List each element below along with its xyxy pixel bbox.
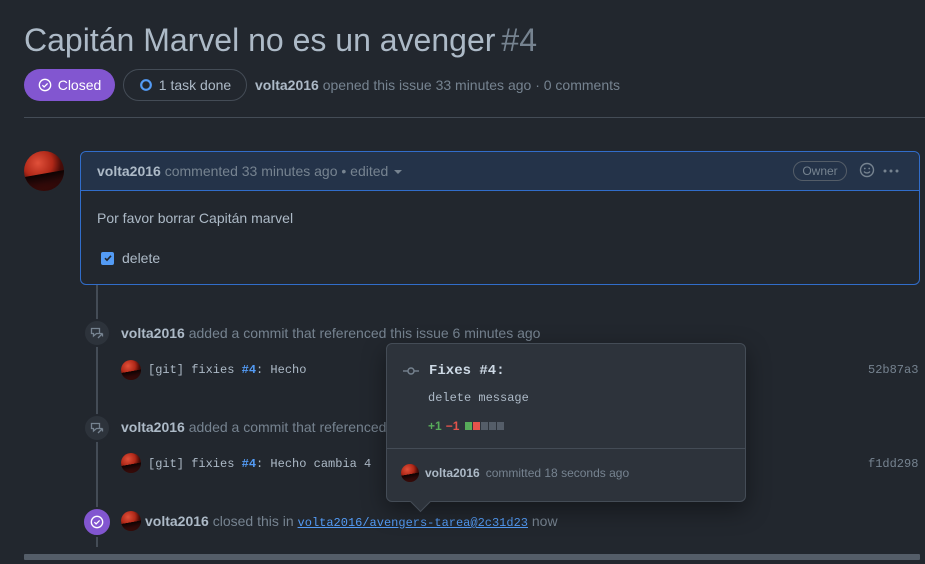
commit-author-avatar[interactable] [121,360,141,380]
issue-title-text: Capitán Marvel no es un avenger [24,22,496,58]
diffstat-block [481,422,489,430]
horizontal-scrollbar[interactable] [24,554,920,560]
commit-issue-ref[interactable]: #4 [242,457,256,471]
hovercard-author-avatar[interactable] [401,464,419,482]
smiley-icon[interactable] [859,162,875,181]
commit-message-link[interactable]: [git] fixies #4: Hecho [148,363,306,377]
commit-author-avatar[interactable] [121,453,141,473]
issue-comment: volta2016 commented 33 minutes ago • edi… [80,151,920,285]
hovercard-committed-text: committed 18 seconds ago [485,466,630,480]
closer-avatar[interactable] [121,511,141,531]
task-checkbox[interactable] [101,251,114,265]
hovercard-title: Fixes #4: [403,363,505,379]
comment-author-avatar[interactable] [24,151,64,191]
event-text: added a commit that referenced this issu… [188,325,541,341]
commit-message-suffix: : Hecho [256,363,307,377]
closed-event-badge [82,507,112,537]
header-divider [24,117,925,118]
cross-reference-icon [90,422,104,434]
closing-commit-link[interactable]: volta2016/avengers-tarea@2c31d23 [298,516,528,530]
commit-message-prefix: [git] fixies [148,457,242,471]
hovercard-title-text: Fixes #4: [429,363,505,379]
tasks-progress-label: 1 task done [158,77,232,93]
commit-message-link[interactable]: [git] fixies #4: Hecho cambia 4 [148,457,371,471]
task-label: delete [122,250,161,266]
task-progress-icon [139,79,152,91]
closed-event-time: now [531,513,558,529]
issue-author-link[interactable]: volta2016 [255,77,319,93]
issue-opened-text: opened this issue 33 minutes ago · 0 com… [322,77,620,93]
issue-title: Capitán Marvel no es un avenger #4 [24,22,537,59]
hovercard-message: delete message [428,391,529,405]
diffstat-block [473,422,481,430]
commit-sha-link[interactable]: f1dd298 [868,457,918,471]
commit-message-prefix: [git] fixies [148,363,242,377]
tasks-progress-badge[interactable]: 1 task done [123,69,247,101]
git-commit-icon [403,367,419,375]
diffstat-block [489,422,497,430]
commit-sha-link[interactable]: 52b87a3 [868,363,918,377]
diffstat-block [497,422,505,430]
closed-issue-icon [90,515,104,529]
issue-number: #4 [501,22,537,58]
event-actor-link[interactable]: volta2016 [121,419,185,435]
chevron-down-icon[interactable] [394,170,403,174]
closed-event-text: closed this in [212,513,294,529]
cross-reference-icon [90,327,104,339]
comment-body: Por favor borrar Capitán marvel [97,210,294,226]
diff-additions: +1 [428,419,442,433]
diff-deletions: −1 [445,419,460,433]
owner-badge: Owner [793,161,847,181]
commit-issue-ref[interactable]: #4 [242,363,256,377]
task-list-item: delete [101,250,160,266]
issue-state-badge: Closed [24,69,115,101]
comment-header-text: volta2016 commented 33 minutes ago • edi… [97,163,403,179]
comment-author-link[interactable]: volta2016 [97,163,161,179]
issue-meta: volta2016 opened this issue 33 minutes a… [255,77,620,93]
closed-issue-icon [38,78,52,92]
closed-actor-link[interactable]: volta2016 [145,513,209,529]
comment-header: volta2016 commented 33 minutes ago • edi… [81,152,919,191]
event-actor-link[interactable]: volta2016 [121,325,185,341]
diffstat-block [465,422,473,430]
closed-event: volta2016 closed this in volta2016/aveng… [145,513,558,530]
hovercard-diffstat: +1 −1 [428,419,505,433]
hovercard-footer: volta2016 committed 18 seconds ago [401,464,629,482]
kebab-menu-icon[interactable] [882,163,900,182]
issue-state-label: Closed [57,77,102,93]
commit-message-suffix: : Hecho cambia 4 [256,457,372,471]
commit-hovercard: Fixes #4: delete message +1 −1 volta2016… [386,343,746,502]
hovercard-author-link[interactable]: volta2016 [425,466,480,480]
comment-meta[interactable]: commented 33 minutes ago • edited [165,163,389,179]
timeline-event: volta2016 added a commit that referenced… [121,325,540,341]
commit-event-badge [83,414,111,442]
hovercard-divider [387,448,745,449]
diffstat-blocks [465,422,505,430]
commit-event-badge [83,319,111,347]
